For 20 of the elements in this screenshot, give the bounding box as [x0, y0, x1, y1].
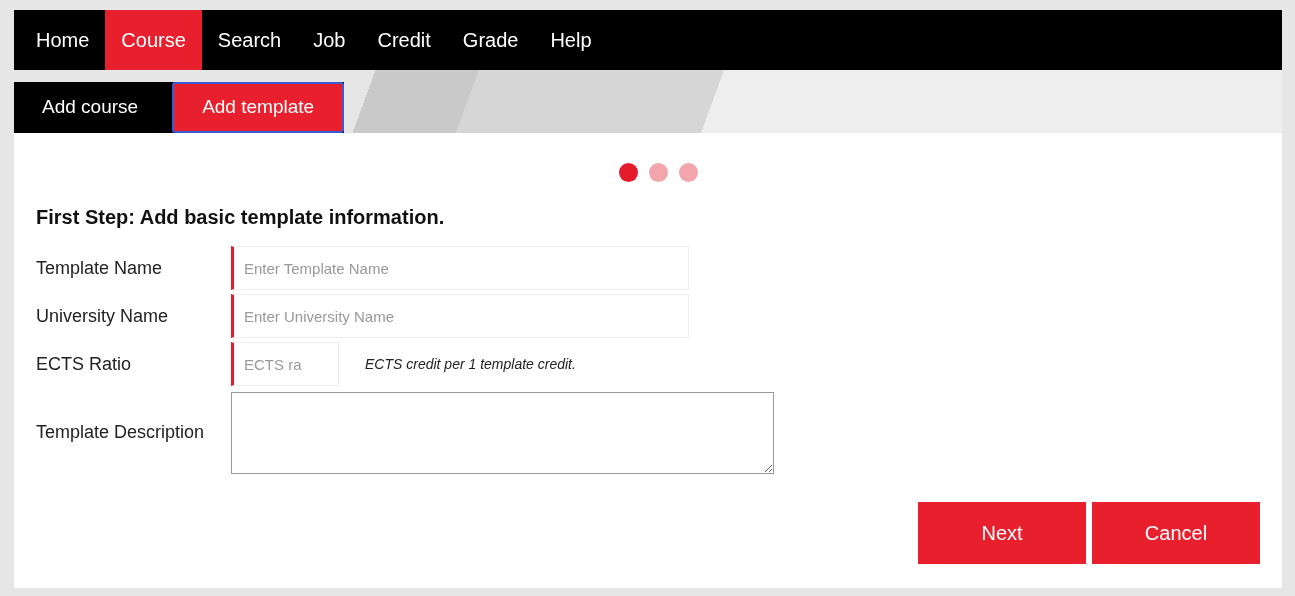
- nav-item[interactable]: Job: [297, 10, 362, 70]
- text-field[interactable]: Enter Template Name: [231, 246, 689, 290]
- nav-item[interactable]: Search: [201, 10, 298, 70]
- field-label: Template Description: [36, 420, 206, 444]
- form-button[interactable]: Cancel: [1092, 502, 1260, 564]
- nav-item[interactable]: Home: [20, 10, 106, 70]
- step-heading: First Step: Add basic template information.: [36, 205, 446, 230]
- subtab[interactable]: Add template: [172, 82, 345, 133]
- description-field[interactable]: [231, 392, 774, 474]
- field-label: University Name: [36, 304, 170, 328]
- field-note: ECTS credit per 1 template credit.: [365, 354, 576, 374]
- field-label: Template Name: [36, 256, 164, 280]
- text-field[interactable]: Enter University Name: [231, 294, 689, 338]
- nav-item[interactable]: Help: [534, 10, 608, 70]
- nav-item[interactable]: Credit: [361, 10, 447, 70]
- nav-item[interactable]: Grade: [446, 10, 535, 70]
- form-button[interactable]: Next: [918, 502, 1086, 564]
- ratio-field[interactable]: ECTS ra: [231, 342, 339, 386]
- field-label: ECTS Ratio: [36, 352, 133, 376]
- nav-item[interactable]: Course: [105, 10, 202, 70]
